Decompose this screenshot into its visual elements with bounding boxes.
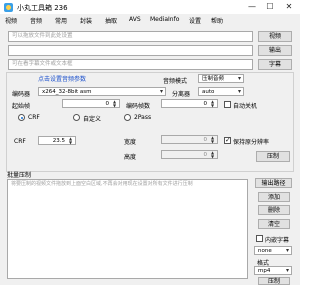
- spin-arrows-icon[interactable]: ▲ ▼: [209, 100, 216, 108]
- window-title: 小丸工具箱 236: [17, 4, 68, 12]
- subtitle-button[interactable]: 字幕: [258, 59, 292, 70]
- add-button[interactable]: 添加: [258, 192, 290, 202]
- crf-value: 23.5: [52, 138, 65, 144]
- maximize-button[interactable]: ☐: [262, 0, 278, 14]
- encode-frames-label: 编码帧数: [126, 103, 151, 110]
- radio-custom-label: 自定义: [83, 116, 102, 123]
- menu-mux[interactable]: 封装: [80, 16, 92, 25]
- width-label: 宽度: [124, 139, 137, 146]
- video-input[interactable]: 可以拖放文件到此处设置: [8, 31, 253, 42]
- output-input[interactable]: [8, 45, 253, 56]
- radio-custom[interactable]: [73, 114, 80, 121]
- crf-label: CRF: [14, 138, 26, 145]
- splitter-label: 分离器: [172, 91, 191, 98]
- radio-2pass-label: 2Pass: [134, 114, 152, 121]
- width-spinner[interactable]: 0 ▲ ▼: [161, 135, 218, 144]
- embedded-subs-label: 内嵌字幕: [265, 237, 290, 244]
- encoder-label: 编码器: [12, 91, 31, 98]
- minimize-button[interactable]: —: [244, 0, 260, 14]
- batch-encode-button[interactable]: 压制: [258, 277, 290, 285]
- batch-title: 批量压制: [7, 172, 32, 179]
- output-button[interactable]: 输出: [258, 45, 292, 56]
- width-value: 0: [203, 137, 208, 143]
- menu-help[interactable]: 帮助: [211, 16, 223, 25]
- spin-arrows-icon[interactable]: ▲ ▼: [209, 151, 216, 159]
- keep-resolution-checkbox[interactable]: [224, 136, 231, 144]
- video-button[interactable]: 视频: [258, 31, 292, 42]
- keep-resolution-label: 保持原分辨率: [233, 139, 270, 146]
- spin-arrows-icon[interactable]: ▲ ▼: [111, 100, 118, 108]
- subtitle-input[interactable]: 可在看字幕文件或文本框: [8, 59, 253, 70]
- delete-button[interactable]: 删除: [258, 205, 290, 215]
- height-spinner[interactable]: 0 ▲ ▼: [161, 150, 218, 159]
- auto-shutdown-checkbox[interactable]: [224, 101, 231, 108]
- output-path-button[interactable]: 输出路径: [255, 178, 292, 188]
- height-label: 高度: [124, 154, 137, 161]
- spin-arrows-icon[interactable]: ▲ ▼: [209, 136, 216, 144]
- crf-spinner[interactable]: 23.5 ▲ ▼: [38, 136, 76, 145]
- batch-list-placeholder: 将要压制的视频文件拖放到上面空白区域,不再会对用现在设置对所有文件进行压制: [11, 181, 193, 187]
- auto-shutdown-label: 自动关机: [233, 103, 258, 110]
- spin-arrows-icon[interactable]: ▲ ▼: [67, 137, 74, 145]
- menu-common[interactable]: 常用: [55, 16, 67, 25]
- encode-frames-value: 0: [203, 101, 208, 107]
- audio-mode-select[interactable]: 压制音频: [198, 74, 244, 83]
- audio-mode-label: 音频模式: [163, 78, 188, 85]
- start-frame-spinner[interactable]: 0 ▲ ▼: [62, 99, 120, 108]
- radio-crf-label: CRF: [28, 114, 40, 121]
- encode-frames-spinner[interactable]: 0 ▲ ▼: [161, 99, 218, 108]
- encode-button[interactable]: 压制: [256, 151, 290, 162]
- radio-2pass[interactable]: [124, 114, 131, 121]
- height-value: 0: [203, 152, 208, 158]
- radio-crf[interactable]: [18, 114, 25, 121]
- menu-avs[interactable]: AVS: [129, 16, 141, 23]
- menu-mediainfo[interactable]: MediaInfo: [150, 16, 179, 23]
- audio-settings-link[interactable]: 点击设置音频参数: [38, 74, 86, 83]
- batch-file-list[interactable]: 将要压制的视频文件拖放到上面空白区域,不再会对用现在设置对所有文件进行压制: [7, 179, 248, 279]
- close-button[interactable]: ✕: [281, 0, 297, 14]
- start-frame-value: 0: [105, 101, 110, 107]
- app-icon: [4, 3, 13, 12]
- clear-button[interactable]: 清空: [258, 219, 290, 229]
- menu-settings[interactable]: 设置: [189, 16, 201, 25]
- splitter-select[interactable]: auto: [198, 87, 244, 96]
- format-select[interactable]: mp4: [254, 266, 292, 275]
- menu-extract[interactable]: 抽取: [105, 16, 117, 25]
- menu-audio[interactable]: 音频: [30, 16, 42, 25]
- subs-select[interactable]: none: [254, 246, 292, 255]
- menu-video[interactable]: 视频: [5, 16, 17, 25]
- start-frame-label: 起始帧: [12, 103, 31, 110]
- encoder-select[interactable]: x264_32-8bit asm: [38, 87, 166, 96]
- embedded-subs-checkbox[interactable]: [256, 235, 263, 242]
